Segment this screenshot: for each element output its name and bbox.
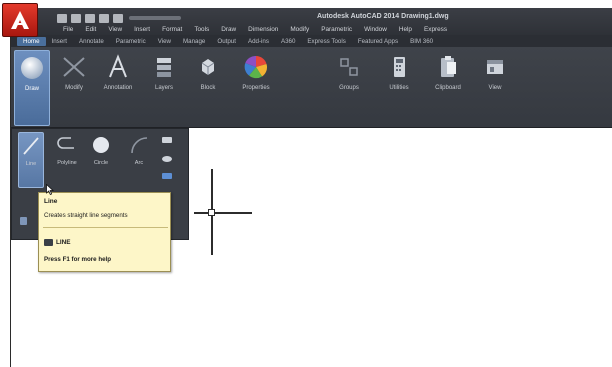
- crosshair-horizontal: [194, 212, 252, 214]
- tab-insert[interactable]: Insert: [46, 37, 73, 46]
- tab-bim-360[interactable]: BIM 360: [404, 37, 439, 46]
- properties-label: Properties: [242, 85, 270, 91]
- annotation-label: Annotation: [103, 85, 133, 91]
- undo-redo-icon[interactable]: [129, 16, 181, 20]
- tab-home[interactable]: Home: [17, 36, 46, 46]
- save-as-icon[interactable]: [99, 13, 109, 23]
- application-menu-button[interactable]: [2, 3, 38, 37]
- groups-label: Groups: [339, 85, 359, 91]
- quick-access-toolbar: [57, 12, 181, 24]
- modify-panel-button[interactable]: Modify: [54, 50, 94, 126]
- line-tool-button[interactable]: Line: [18, 132, 44, 188]
- tooltip-divider: [43, 227, 168, 228]
- arc-tool-button[interactable]: Arc: [126, 132, 152, 178]
- menu-view[interactable]: View: [102, 26, 128, 33]
- layers-label: Layers: [154, 85, 173, 91]
- tooltip-command: LINE: [56, 239, 71, 246]
- properties-panel-button[interactable]: Properties: [232, 50, 280, 126]
- properties-icon: [241, 52, 271, 82]
- groups-panel-button[interactable]: Groups: [329, 50, 369, 126]
- menu-draw[interactable]: Draw: [215, 26, 242, 33]
- tab-manage[interactable]: Manage: [177, 37, 211, 46]
- tab-add-ins[interactable]: Add-ins: [242, 37, 275, 46]
- draw-panel-button[interactable]: Draw: [14, 50, 50, 126]
- layers-icon: [149, 52, 179, 82]
- draw-sphere-icon: [17, 53, 47, 83]
- groups-icon: [334, 52, 364, 82]
- menu-file[interactable]: File: [57, 26, 79, 33]
- block-label: Block: [200, 85, 216, 91]
- circle-tool-button[interactable]: Circle: [88, 132, 114, 178]
- modify-label: Modify: [65, 85, 83, 91]
- menu-edit[interactable]: Edit: [79, 26, 102, 33]
- menu-insert[interactable]: Insert: [128, 26, 156, 33]
- tab-annotate[interactable]: Annotate: [73, 37, 110, 46]
- ribbon-panel: Draw Modify Annotation Layers Block Prop…: [11, 47, 612, 128]
- circle-icon: [90, 134, 112, 156]
- arc-tool-label: Arc: [134, 160, 144, 166]
- arc-icon: [128, 134, 150, 156]
- tab-express-tools[interactable]: Express Tools: [301, 37, 351, 46]
- annotation-panel-button[interactable]: Annotation: [96, 50, 140, 126]
- line-tool-label: Line: [25, 161, 37, 167]
- menu-dimension[interactable]: Dimension: [242, 26, 284, 33]
- clipboard-panel-button[interactable]: Clipboard: [426, 50, 470, 126]
- ellipse-icon[interactable]: [162, 156, 172, 162]
- modify-icon: [59, 52, 89, 82]
- pickbox-icon: [208, 209, 215, 216]
- menu-parametric[interactable]: Parametric: [315, 26, 358, 33]
- utilities-label: Utilities: [389, 85, 409, 91]
- menu-help[interactable]: Help: [393, 26, 418, 33]
- save-icon[interactable]: [85, 13, 95, 23]
- mouse-pointer-icon: [46, 183, 55, 197]
- menu-express[interactable]: Express: [418, 26, 453, 33]
- draw-label: Draw: [24, 86, 39, 92]
- autocad-window: Autodesk AutoCAD 2014 Drawing1.dwg File …: [10, 8, 612, 367]
- polyline-tool-label: Polyline: [57, 160, 77, 166]
- menu-tools[interactable]: Tools: [188, 26, 215, 33]
- open-icon[interactable]: [71, 13, 81, 23]
- circle-tool-label: Circle: [93, 160, 109, 166]
- pin-icon[interactable]: [20, 217, 27, 225]
- clipboard-label: Clipboard: [435, 85, 461, 91]
- print-icon[interactable]: [113, 13, 123, 23]
- autocad-logo-icon: [11, 11, 29, 29]
- new-icon[interactable]: [57, 13, 67, 23]
- view-icon: [480, 52, 510, 82]
- menu-format[interactable]: Format: [156, 26, 188, 33]
- annotation-icon: [103, 52, 133, 82]
- line-tooltip: Line Creates straight line segments LINE…: [38, 192, 171, 272]
- layers-panel-button[interactable]: Layers: [144, 50, 184, 126]
- tab-parametric[interactable]: Parametric: [110, 37, 152, 46]
- clipboard-icon: [433, 52, 463, 82]
- menu-bar: File Edit View Insert Format Tools Draw …: [57, 24, 453, 35]
- tooltip-help: Press F1 for more help: [44, 256, 112, 263]
- command-icon: [44, 239, 53, 246]
- line-icon: [20, 135, 42, 157]
- tooltip-description: Creates straight line segments: [44, 212, 128, 219]
- polyline-tool-button[interactable]: Polyline: [54, 132, 80, 178]
- tab-view[interactable]: View: [152, 37, 177, 46]
- menu-modify[interactable]: Modify: [284, 26, 315, 33]
- utilities-icon: [384, 52, 414, 82]
- block-panel-button[interactable]: Block: [188, 50, 228, 126]
- polyline-icon: [56, 134, 78, 156]
- view-label: View: [488, 85, 502, 91]
- ribbon-tab-bar: Home Insert Annotate Parametric View Man…: [11, 35, 612, 47]
- block-icon: [193, 52, 223, 82]
- utilities-panel-button[interactable]: Utilities: [379, 50, 419, 126]
- tab-a360[interactable]: A360: [275, 37, 301, 46]
- tab-output[interactable]: Output: [211, 37, 242, 46]
- rectangle-icon[interactable]: [162, 137, 172, 143]
- tab-featured-apps[interactable]: Featured Apps: [352, 37, 404, 46]
- menu-window[interactable]: Window: [358, 26, 393, 33]
- hatch-icon[interactable]: [162, 173, 172, 179]
- tooltip-title: Line: [44, 198, 58, 205]
- view-panel-button[interactable]: View: [477, 50, 513, 126]
- window-title: Autodesk AutoCAD 2014 Drawing1.dwg: [317, 13, 449, 20]
- title-bar: Autodesk AutoCAD 2014 Drawing1.dwg File …: [11, 8, 612, 35]
